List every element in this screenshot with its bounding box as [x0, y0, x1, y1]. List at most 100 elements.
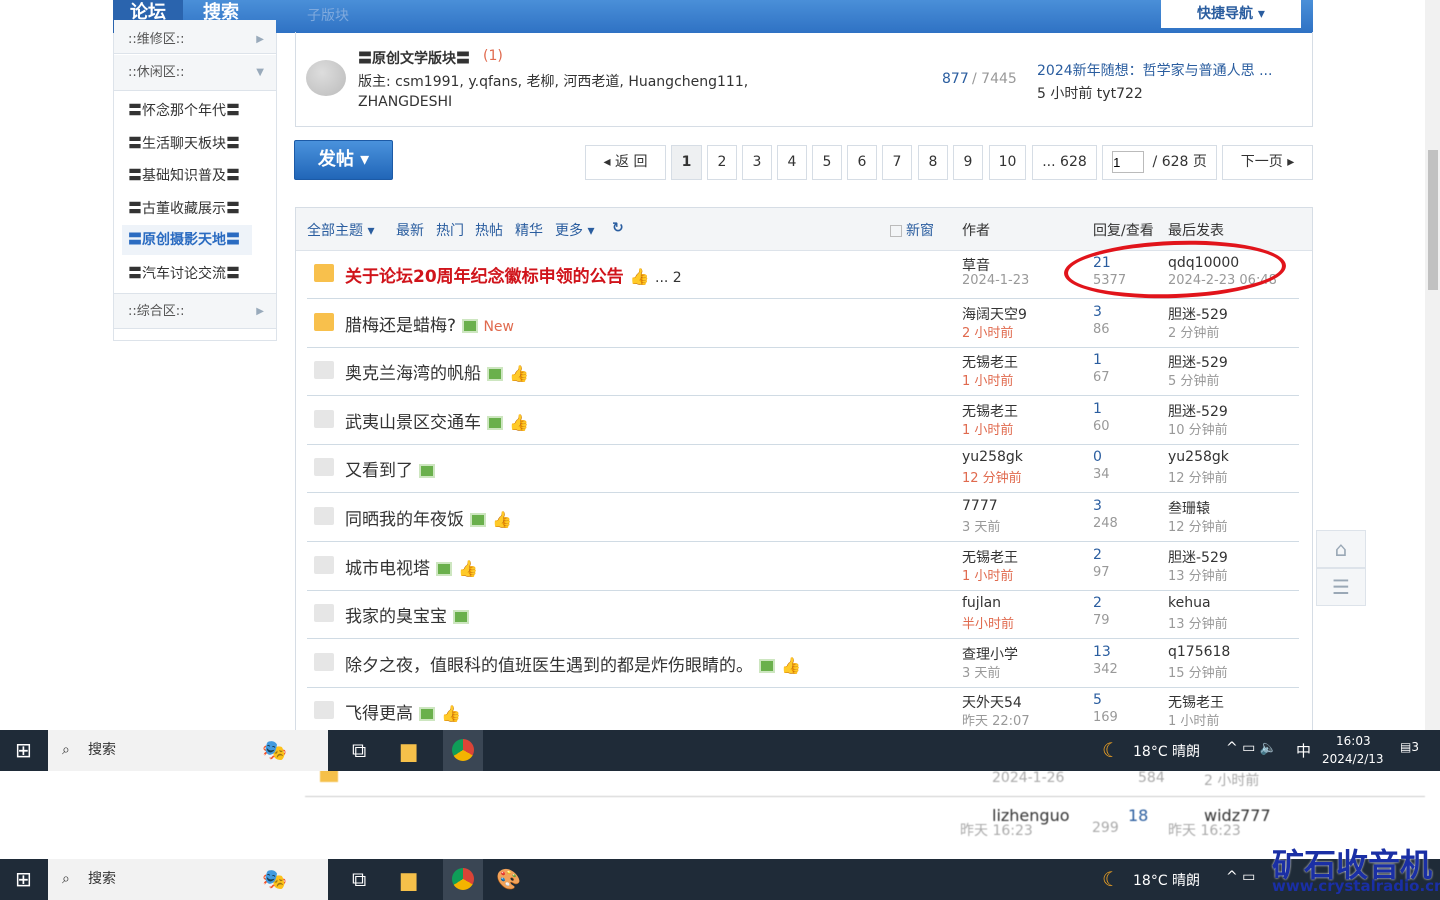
- chrome-icon[interactable]: [443, 859, 483, 900]
- thread-title[interactable]: 又看到了: [345, 461, 413, 481]
- last-post-time[interactable]: 5 分钟前: [1168, 370, 1219, 389]
- windows-start-icon[interactable]: ⊞: [15, 738, 32, 762]
- page-link[interactable]: 2: [707, 145, 737, 180]
- thread-title[interactable]: 我家的臭宝宝: [345, 607, 447, 627]
- page-link[interactable]: 6: [847, 145, 877, 180]
- sidebar-head-leisure[interactable]: ::休闲区:: ▼: [114, 55, 276, 91]
- thread-author[interactable]: 查理小学: [962, 644, 1018, 664]
- thread-replies[interactable]: 3: [1093, 304, 1102, 320]
- thread-title[interactable]: 同晒我的年夜饭: [345, 510, 464, 530]
- scrollbar-thumb[interactable]: [1428, 150, 1438, 290]
- last-poster[interactable]: kehua: [1168, 595, 1211, 611]
- thread-title[interactable]: 飞得更高: [345, 704, 413, 724]
- thread-author[interactable]: 无锡老王: [962, 352, 1018, 372]
- last-poster[interactable]: yu258gk: [1168, 449, 1229, 465]
- task-view-icon[interactable]: ⧉: [352, 738, 366, 762]
- last-post-time[interactable]: 1 小时前: [1168, 710, 1219, 729]
- filter-hot[interactable]: 热门: [436, 220, 464, 240]
- filter-digest[interactable]: 精华: [515, 220, 543, 240]
- thread-author[interactable]: 天外天54: [962, 692, 1022, 712]
- quick-nav-button[interactable]: 快捷导航 ▾: [1161, 0, 1301, 28]
- thread-replies[interactable]: 2: [1093, 595, 1102, 611]
- clock-time[interactable]: 16:03: [1336, 734, 1371, 748]
- thread-author[interactable]: 7777: [962, 498, 998, 514]
- paint-icon[interactable]: 🎨: [496, 867, 521, 891]
- last-post-time[interactable]: 12 分钟前: [1168, 467, 1228, 486]
- page-link[interactable]: 4: [777, 145, 807, 180]
- thread-title[interactable]: 关于论坛20周年纪念徽标申领的公告: [345, 267, 624, 287]
- thread-author[interactable]: 无锡老王: [962, 401, 1018, 421]
- thread-author[interactable]: 无锡老王: [962, 547, 1018, 567]
- last-poster[interactable]: 叁珊辕: [1168, 498, 1210, 518]
- subforum-last-title[interactable]: 2024新年随想：哲学家与普通人思 ...: [1037, 60, 1272, 80]
- thread-replies[interactable]: 0: [1093, 449, 1102, 465]
- sidebar-item[interactable]: 〓生活聊天板块〓: [128, 133, 240, 153]
- page-link[interactable]: 9: [953, 145, 983, 180]
- file-explorer-icon[interactable]: ▆: [401, 867, 416, 891]
- notification-icon[interactable]: ▤3: [1400, 740, 1419, 754]
- list-icon[interactable]: ☰: [1316, 568, 1366, 606]
- thread-author[interactable]: 草音: [962, 255, 990, 275]
- refresh-icon[interactable]: ↻: [612, 220, 624, 236]
- page-link[interactable]: 8: [918, 145, 948, 180]
- sidebar-item[interactable]: 〓怀念那个年代〓: [128, 100, 240, 120]
- scrollbar[interactable]: [1425, 0, 1440, 730]
- last-poster[interactable]: q175618: [1168, 644, 1230, 660]
- page-link[interactable]: 7: [882, 145, 912, 180]
- sidebar-head-repair[interactable]: ::维修区:: ▶: [114, 20, 276, 54]
- page-link-last[interactable]: ... 628: [1032, 145, 1097, 180]
- last-post-time[interactable]: 13 分钟前: [1168, 613, 1228, 632]
- last-poster[interactable]: 胆迷-529: [1168, 401, 1228, 421]
- filter-hot-posts[interactable]: 热帖: [475, 220, 503, 240]
- thread-title[interactable]: 城市电视塔: [345, 559, 430, 579]
- windows-start-icon[interactable]: ⊞: [15, 867, 32, 891]
- last-poster[interactable]: 胆迷-529: [1168, 547, 1228, 567]
- thread-replies[interactable]: 3: [1093, 498, 1102, 514]
- thread-replies[interactable]: 13: [1093, 644, 1111, 660]
- weather[interactable]: 18°C 晴朗: [1133, 741, 1200, 761]
- file-explorer-icon[interactable]: ▆: [401, 738, 416, 762]
- thread-replies[interactable]: 5: [1093, 692, 1102, 708]
- thread-title[interactable]: 除夕之夜，值眼科的值班医生遇到的都是炸伤眼睛的。: [345, 656, 753, 676]
- filter-more[interactable]: 更多 ▾: [555, 220, 594, 240]
- thread-replies[interactable]: 1: [1093, 401, 1102, 417]
- sidebar-item[interactable]: 〓汽车讨论交流〓: [128, 263, 240, 283]
- ime-indicator[interactable]: 中: [1296, 740, 1311, 761]
- page-1[interactable]: 1: [671, 145, 702, 180]
- sidebar-item[interactable]: 〓基础知识普及〓: [128, 165, 240, 185]
- sidebar-item-active[interactable]: 〓原创摄影天地〓: [122, 225, 252, 255]
- last-post-time[interactable]: 12 分钟前: [1168, 516, 1228, 535]
- last-post-time[interactable]: 2 分钟前: [1168, 322, 1219, 341]
- page-link[interactable]: 3: [742, 145, 772, 180]
- tray-icons[interactable]: ^ ▭ 🔈: [1226, 740, 1277, 756]
- last-poster[interactable]: 胆迷-529: [1168, 304, 1228, 324]
- last-post-time[interactable]: 10 分钟前: [1168, 419, 1228, 438]
- thread-author[interactable]: 海阔天空9: [962, 304, 1027, 324]
- thread-pages[interactable]: ... 2: [655, 270, 682, 286]
- thread-replies[interactable]: 1: [1093, 352, 1102, 368]
- chrome-icon[interactable]: [443, 730, 483, 771]
- back-to-top-icon[interactable]: ⌂: [1316, 530, 1366, 568]
- thread-author[interactable]: fujlan: [962, 595, 1001, 611]
- tray-icons[interactable]: ^ ▭: [1226, 869, 1255, 885]
- last-poster[interactable]: 无锡老王: [1168, 692, 1224, 712]
- last-post-time[interactable]: 13 分钟前: [1168, 565, 1228, 584]
- task-view-icon[interactable]: ⧉: [352, 867, 366, 891]
- thread-author[interactable]: yu258gk: [962, 449, 1023, 465]
- thread-title[interactable]: 武夷山景区交通车: [345, 413, 481, 433]
- thread-title[interactable]: 腊梅还是蜡梅?: [345, 316, 456, 336]
- page-number-input[interactable]: [1112, 151, 1145, 173]
- new-post-button[interactable]: 发帖 ▾: [294, 140, 393, 180]
- thread-title[interactable]: 奥克兰海湾的帆船: [345, 364, 481, 384]
- page-link[interactable]: 10: [989, 145, 1026, 180]
- new-window-checkbox[interactable]: 新窗: [890, 220, 934, 240]
- filter-all-threads[interactable]: 全部主题 ▾: [307, 220, 374, 240]
- back-button[interactable]: ◂ 返 回: [585, 145, 666, 180]
- last-post-time[interactable]: 15 分钟前: [1168, 662, 1228, 681]
- sidebar-head-general[interactable]: ::综合区:: ▶: [114, 293, 276, 329]
- next-page-button[interactable]: 下一页 ▸: [1222, 145, 1313, 180]
- subforum-name[interactable]: 〓原创文学版块〓: [358, 48, 470, 68]
- clock-date[interactable]: 2024/2/13: [1322, 752, 1384, 766]
- sidebar-item[interactable]: 〓古董收藏展示〓: [128, 198, 240, 218]
- page-link[interactable]: 5: [812, 145, 842, 180]
